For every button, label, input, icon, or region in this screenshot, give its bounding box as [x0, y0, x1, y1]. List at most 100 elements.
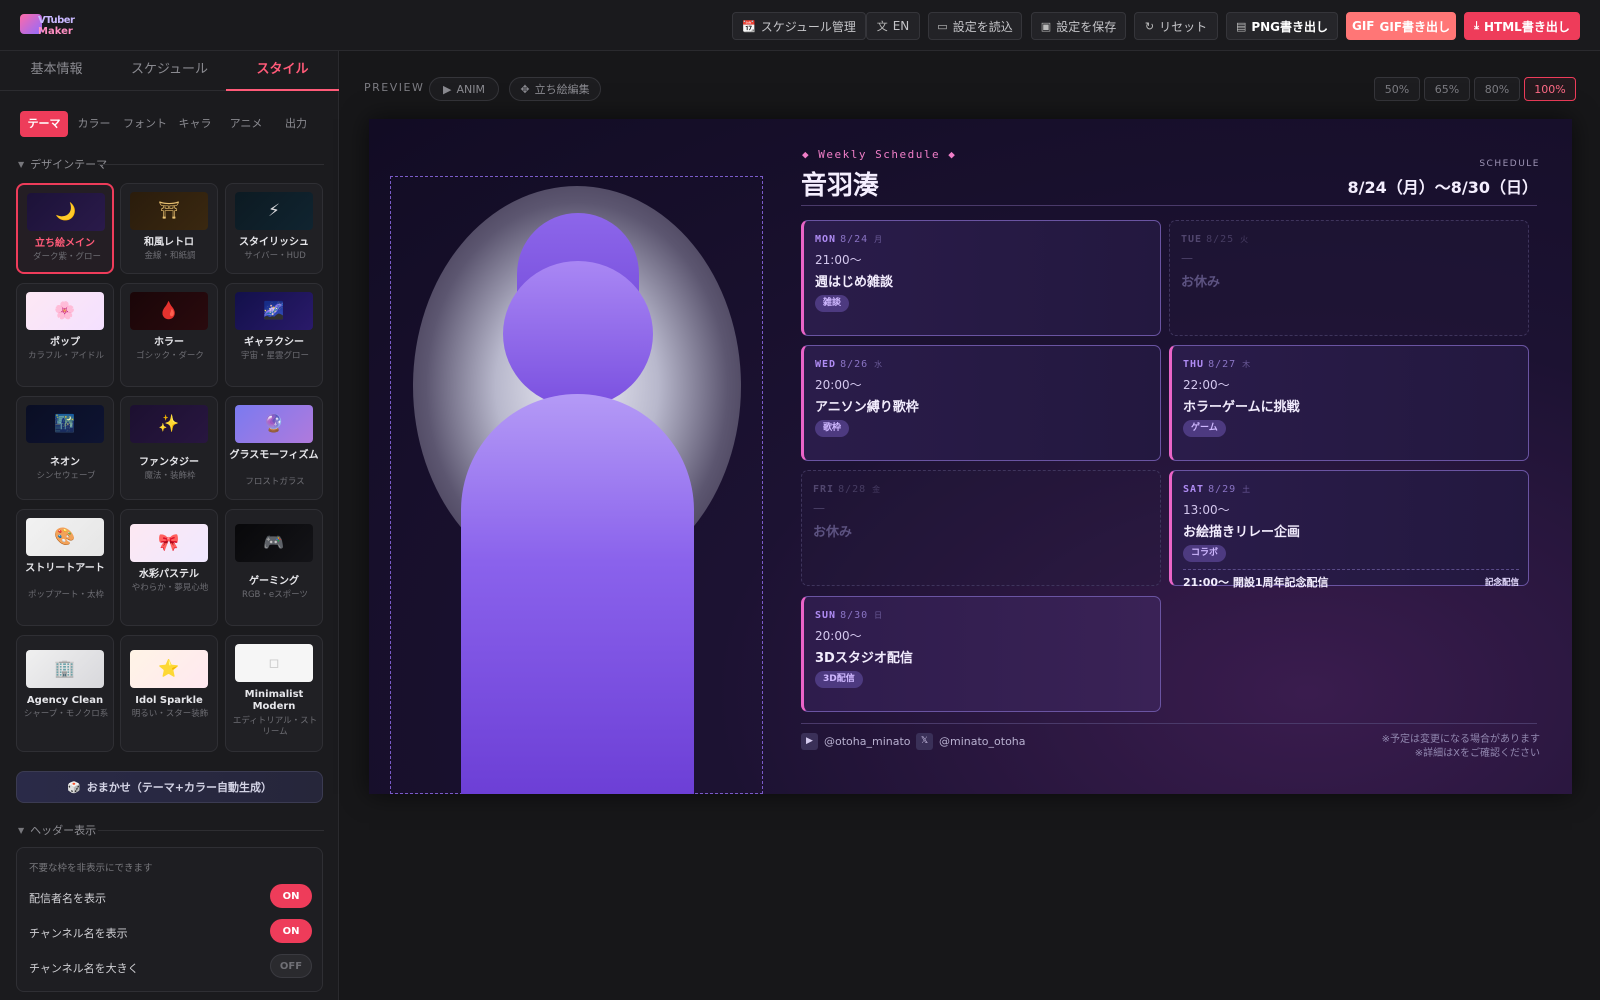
app-logo[interactable]: VTuber Maker: [20, 12, 76, 38]
language-button[interactable]: 文 EN: [866, 12, 920, 40]
extra-stream-title: 21:00〜 開設1周年記念配信: [1183, 576, 1329, 589]
office-building-icon: 🏢: [26, 650, 104, 688]
day-card-tue[interactable]: TUE 8/25 火 — お休み: [1169, 220, 1529, 336]
footer-note-1: ※予定は変更になる場合があります: [1381, 734, 1540, 745]
zoom-100-button[interactable]: 100%: [1524, 77, 1576, 101]
section-divider: [98, 164, 324, 165]
theme-name: グラスモーフィズム: [229, 450, 319, 461]
theme-card-galaxy[interactable]: 🌌 ギャラクシー 宇宙・星雲グロー: [225, 283, 323, 387]
gif-export-button[interactable]: GIF GIF書き出し: [1346, 12, 1456, 40]
day-title: アニソン縛り歌枠: [815, 400, 919, 415]
day-card-thu[interactable]: THU 8/27 木 22:00〜 ホラーゲームに挑戦 ゲーム: [1169, 345, 1529, 461]
theme-name: ホラー: [154, 337, 184, 348]
footer-note-2: ※詳細はXをご確認ください: [1414, 748, 1540, 759]
theme-name: スタイリッシュ: [239, 237, 309, 248]
save-settings-button[interactable]: ▣ 設定を保存: [1031, 12, 1126, 40]
subtab-color[interactable]: カラー: [70, 111, 118, 137]
x-handle[interactable]: 𝕏 @minato_otoha: [916, 732, 1026, 750]
theme-card-minimalist-modern[interactable]: ▫ Minimalist Modern エディトリアル・ストリーム: [225, 635, 323, 752]
theme-subtitle: ポップアート・太枠: [28, 590, 104, 600]
schedule-date-range: 8/24（月）〜8/30（日）: [1347, 178, 1539, 197]
theme-card-idol-sparkle[interactable]: ⭐ Idol Sparkle 明るい・スター装飾: [120, 635, 218, 752]
day-tag: 雑談: [815, 295, 850, 312]
day-title: ホラーゲームに挑戦: [1183, 400, 1300, 415]
theme-card-neon[interactable]: 🌃 ネオン シンセウェーブ: [16, 396, 114, 500]
theme-name: ポップ: [50, 337, 80, 348]
day-header: FRI 8/28 金: [813, 484, 882, 495]
zoom-65-button[interactable]: 65%: [1424, 77, 1470, 101]
character-edit-button[interactable]: ✥ 立ち絵編集: [509, 77, 601, 101]
gif-export-label: GIF書き出し: [1379, 19, 1451, 34]
day-header: SUN 8/30 日: [815, 610, 884, 621]
option-label: 配信者名を表示: [29, 892, 106, 905]
html-export-button[interactable]: ⤓ HTML書き出し: [1464, 12, 1580, 40]
png-export-label: PNG書き出し: [1251, 19, 1329, 34]
zoom-80-button[interactable]: 80%: [1474, 77, 1520, 101]
schedule-management-label: スケジュール管理: [760, 19, 856, 34]
day-title: お休み: [1181, 275, 1221, 290]
subtab-theme[interactable]: テーマ: [20, 111, 68, 137]
option-show-channel-name: チャンネル名を表示 ON: [29, 919, 312, 945]
tab-basic-info[interactable]: 基本情報: [0, 51, 113, 91]
sparkles-icon: ✨: [130, 405, 208, 443]
theme-card-fantasy[interactable]: ✨ ファンタジー 魔法・装飾枠: [120, 396, 218, 500]
toggle-show-channel-name[interactable]: ON: [270, 919, 312, 943]
day-card-fri[interactable]: FRI 8/28 金 — お休み: [801, 470, 1161, 586]
header-display-options: 不要な枠を非表示にできます 配信者名を表示 ON チャンネル名を表示 ON チャ…: [16, 847, 323, 992]
youtube-icon: ▶: [801, 732, 818, 750]
design-theme-section-header[interactable]: ▼ デザインテーマ: [18, 156, 324, 172]
theme-subtitle: やわらか・夢見心地: [131, 583, 209, 593]
load-settings-button[interactable]: ▭ 設定を読込: [928, 12, 1022, 40]
toggle-large-channel-name[interactable]: OFF: [270, 954, 312, 978]
schedule-canvas: ◆ Weekly Schedule ◆ 音羽湊 SCHEDULE 8/24（月）…: [369, 119, 1572, 794]
theme-subtitle: エディトリアル・ストリーム: [232, 716, 318, 737]
theme-card-pop[interactable]: 🌸 ポップ カラフル・アイドル: [16, 283, 114, 387]
reset-button[interactable]: ↻ リセット: [1134, 12, 1218, 40]
theme-subtitle: 魔法・装飾枠: [144, 471, 196, 481]
theme-card-watercolor-pastel[interactable]: 🎀 水彩パステル やわらか・夢見心地: [120, 509, 218, 626]
subtab-font[interactable]: フォント: [121, 111, 169, 137]
day-time: 22:00〜: [1183, 378, 1230, 392]
header-display-section-header[interactable]: ▼ ヘッダー表示: [18, 822, 324, 838]
day-tag: ゲーム: [1183, 420, 1226, 437]
day-card-sun[interactable]: SUN 8/30 日 20:00〜 3Dスタジオ配信 3D配信: [801, 596, 1161, 712]
youtube-handle[interactable]: ▶ @otoha_minato: [801, 732, 911, 750]
day-card-mon[interactable]: MON 8/24 月 21:00〜 週はじめ雑談 雑談: [801, 220, 1161, 336]
subtab-animation[interactable]: アニメ: [222, 111, 270, 137]
character-frame[interactable]: [390, 176, 763, 794]
theme-card-tachie-main[interactable]: 🌙 立ち絵メイン ダーク紫・グロー: [16, 183, 114, 274]
toggle-show-streamer-name[interactable]: ON: [270, 884, 312, 908]
tab-schedule[interactable]: スケジュール: [113, 51, 226, 91]
schedule-management-button[interactable]: 📆 スケジュール管理: [732, 12, 866, 40]
theme-card-glassmorphism[interactable]: 🔮 グラスモーフィズム フロストガラス: [225, 396, 323, 500]
day-tag: 歌枠: [815, 420, 850, 437]
theme-name: ゲーミング: [249, 576, 299, 587]
subtab-character[interactable]: キャラ: [171, 111, 219, 137]
theme-card-gaming[interactable]: 🎮 ゲーミング RGB・eスポーツ: [225, 509, 323, 626]
streamer-name: 音羽湊: [801, 171, 880, 201]
theme-card-agency-clean[interactable]: 🏢 Agency Clean シャープ・モノクロ系: [16, 635, 114, 752]
auto-generate-theme-button[interactable]: 🎲 おまかせ（テーマ+カラー自動生成）: [16, 771, 323, 803]
day-card-sat[interactable]: SAT 8/29 土 13:00〜 お絵描きリレー企画 コラボ 21:00〜 開設1…: [1169, 470, 1529, 589]
png-export-button[interactable]: ▤ PNG書き出し: [1226, 12, 1338, 40]
language-label: EN: [892, 19, 910, 33]
day-title: 週はじめ雑談: [815, 275, 894, 290]
day-time: 21:00〜: [815, 253, 862, 267]
character-edit-label: 立ち絵編集: [534, 83, 590, 96]
tab-style[interactable]: スタイル: [226, 51, 339, 91]
theme-card-street-art[interactable]: 🎨 ストリートアート ポップアート・太枠: [16, 509, 114, 626]
theme-card-horror[interactable]: 🩸 ホラー ゴシック・ダーク: [120, 283, 218, 387]
day-header: MON 8/24 月: [815, 234, 884, 245]
top-bar: VTuber Maker 📆 スケジュール管理 文 EN ▭ 設定を読込 ▣ 設…: [0, 0, 1600, 51]
gif-icon: GIF: [1351, 19, 1375, 33]
theme-name: ファンタジー: [139, 457, 199, 468]
day-card-wed[interactable]: WED 8/26 水 20:00〜 アニソン縛り歌枠 歌枠: [801, 345, 1161, 461]
header-display-heading: ヘッダー表示: [30, 824, 97, 837]
theme-card-wafu-retro[interactable]: ⛩ 和風レトロ 金線・和紙調: [120, 183, 218, 274]
theme-name: ギャラクシー: [244, 337, 304, 348]
subtab-output[interactable]: 出力: [272, 111, 320, 137]
theme-card-stylish[interactable]: ⚡ スタイリッシュ サイバー・HUD: [225, 183, 323, 274]
zoom-50-button[interactable]: 50%: [1374, 77, 1420, 101]
day-tag: コラボ: [1183, 545, 1227, 562]
anim-toggle-button[interactable]: ▶ ANIM: [429, 77, 499, 101]
